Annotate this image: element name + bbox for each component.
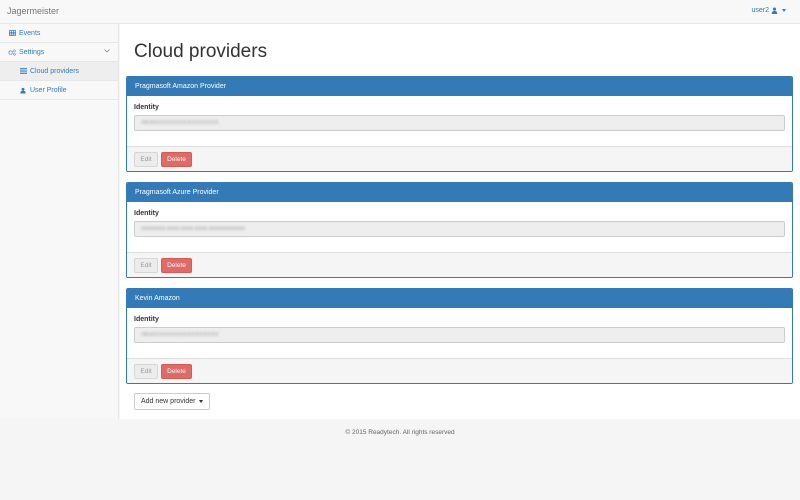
sidebar-item-cloud-providers[interactable]: Cloud providers — [0, 62, 118, 81]
chevron-down-icon — [199, 400, 204, 403]
chevron-down-icon — [782, 9, 786, 12]
brand-logo[interactable]: Jagermeister — [7, 6, 59, 16]
footer: © 2015 Readytech. All rights reserved — [0, 419, 800, 447]
sidebar-item-label: User Profile — [30, 86, 67, 94]
page-background — [0, 447, 800, 500]
list-icon — [19, 67, 27, 75]
delete-button[interactable]: Delete — [161, 258, 192, 273]
table-icon — [8, 29, 16, 37]
user-icon — [771, 7, 778, 14]
sidebar-item-label: Cloud providers — [30, 67, 80, 75]
cogs-icon — [8, 48, 16, 56]
identity-label: Identity — [134, 316, 159, 323]
sidebar-item-user-profile[interactable]: User Profile — [0, 81, 118, 100]
identity-value: AKIAXXXXXXXXXXXXXXXX — [141, 332, 219, 338]
identity-label: Identity — [134, 104, 159, 111]
add-provider-label: Add new provider — [141, 398, 196, 405]
sidebar-item-label: Events — [19, 29, 41, 37]
edit-button[interactable]: Edit — [134, 258, 158, 273]
provider-panel: Pragmasoft Amazon Provider Identity AKIA… — [126, 76, 793, 172]
delete-button[interactable]: Delete — [161, 364, 192, 379]
identity-field[interactable]: xxxxxxxx-xxxx-xxxx-xxxx-xxxxxxxxxxxx — [134, 221, 785, 237]
sidebar-item-events[interactable]: Events — [0, 24, 118, 43]
chevron-down-icon — [104, 48, 110, 55]
identity-field[interactable]: AKIAXXXXXXXXXXXXXXXX — [134, 327, 785, 343]
user-menu[interactable]: user2 — [751, 7, 786, 14]
sidebar: Events Settings Cloud providers User Pro… — [0, 24, 119, 419]
add-provider-button[interactable]: Add new provider — [134, 393, 211, 410]
page-title: Cloud providers — [134, 41, 268, 62]
identity-label: Identity — [134, 210, 159, 217]
provider-name: Pragmasoft Amazon Provider — [127, 77, 792, 96]
copyright-text: © 2015 Readytech. All rights reserved — [345, 429, 455, 436]
user-icon — [19, 86, 27, 94]
top-navbar: Jagermeister user2 — [0, 0, 800, 24]
edit-button[interactable]: Edit — [134, 152, 158, 167]
provider-name: Pragmasoft Azure Provider — [127, 183, 792, 202]
provider-name: Kevin Amazon — [127, 289, 792, 308]
provider-panel: Kevin Amazon Identity AKIAXXXXXXXXXXXXXX… — [126, 288, 793, 384]
provider-panel: Pragmasoft Azure Provider Identity xxxxx… — [126, 182, 793, 278]
delete-button[interactable]: Delete — [161, 152, 192, 167]
identity-value: xxxxxxxx-xxxx-xxxx-xxxx-xxxxxxxxxxxx — [141, 226, 245, 232]
identity-field[interactable]: AKIAXXXXXXXXXXXXXXXX — [134, 115, 785, 131]
sidebar-item-settings[interactable]: Settings — [0, 43, 118, 62]
edit-button[interactable]: Edit — [134, 364, 158, 379]
identity-value: AKIAXXXXXXXXXXXXXXXX — [141, 120, 219, 126]
user-name[interactable]: user2 — [751, 7, 769, 14]
sidebar-item-label: Settings — [19, 48, 45, 56]
main-content: Cloud providers Pragmasoft Amazon Provid… — [120, 24, 800, 419]
